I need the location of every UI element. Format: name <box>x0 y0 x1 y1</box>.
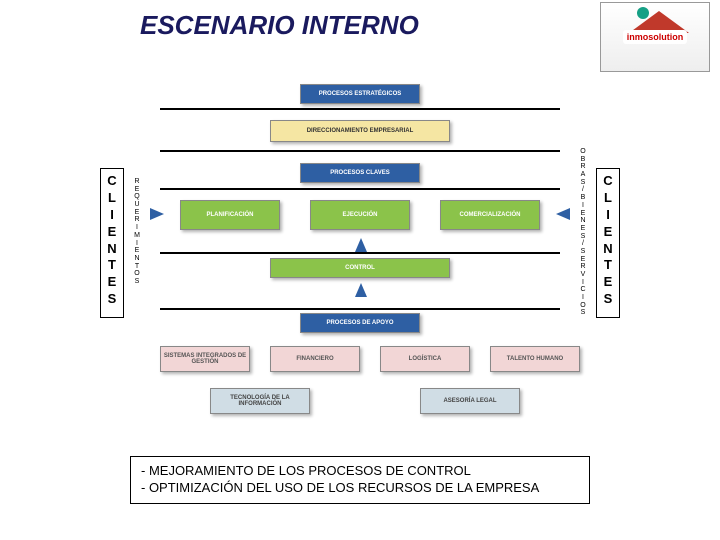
arrow-up-icon <box>355 283 367 297</box>
clientes-right: CLIENTES <box>596 168 620 318</box>
logo-dot-icon <box>637 7 649 19</box>
footer-line-2: - OPTIMIZACIÓN DEL USO DE LOS RECURSOS D… <box>141 480 579 497</box>
requerimientos-label: REQUERIMIENTOS <box>130 178 144 286</box>
box-sig: SISTEMAS INTEGRADOS DE GESTIÓN <box>160 346 250 372</box>
box-logistica: LOGÍSTICA <box>380 346 470 372</box>
clientes-left-text: CLIENTES <box>101 173 123 308</box>
arrow-out-icon <box>556 208 570 220</box>
arrow-in-icon <box>150 208 164 220</box>
divider <box>160 252 560 254</box>
divider <box>160 150 560 152</box>
box-talento: TALENTO HUMANO <box>490 346 580 372</box>
box-planificacion: PLANIFICACIÓN <box>180 200 280 230</box>
header-claves: PROCESOS CLAVES <box>300 163 420 183</box>
box-tecnologia: TECNOLOGÍA DE LA INFORMACIÓN <box>210 388 310 414</box>
logo: inmosolution <box>600 2 710 72</box>
box-control: CONTROL <box>270 258 450 278</box>
box-asesoria: ASESORÍA LEGAL <box>420 388 520 414</box>
header-estrategicos: PROCESOS ESTRATÉGICOS <box>300 84 420 104</box>
divider <box>160 308 560 310</box>
process-diagram: CLIENTES CLIENTES REQUERIMIENTOS OBRAS/B… <box>100 88 620 418</box>
box-financiero: FINANCIERO <box>270 346 360 372</box>
box-comercializacion: COMERCIALIZACIÓN <box>440 200 540 230</box>
clientes-left: CLIENTES <box>100 168 124 318</box>
arrow-up-icon <box>355 238 367 252</box>
clientes-right-text: CLIENTES <box>597 173 619 308</box>
footer-line-1: - MEJORAMIENTO DE LOS PROCESOS DE CONTRO… <box>141 463 579 480</box>
header-apoyo: PROCESOS DE APOYO <box>300 313 420 333</box>
logo-text: inmosolution <box>623 30 688 44</box>
divider <box>160 108 560 110</box>
box-direccionamiento: DIRECCIONAMIENTO EMPRESARIAL <box>270 120 450 142</box>
divider <box>160 188 560 190</box>
obras-label: OBRAS/BIENES/SERVICIOS <box>576 148 590 317</box>
box-ejecucion: EJECUCIÓN <box>310 200 410 230</box>
footer-box: - MEJORAMIENTO DE LOS PROCESOS DE CONTRO… <box>130 456 590 504</box>
page-title: ESCENARIO INTERNO <box>140 10 419 41</box>
